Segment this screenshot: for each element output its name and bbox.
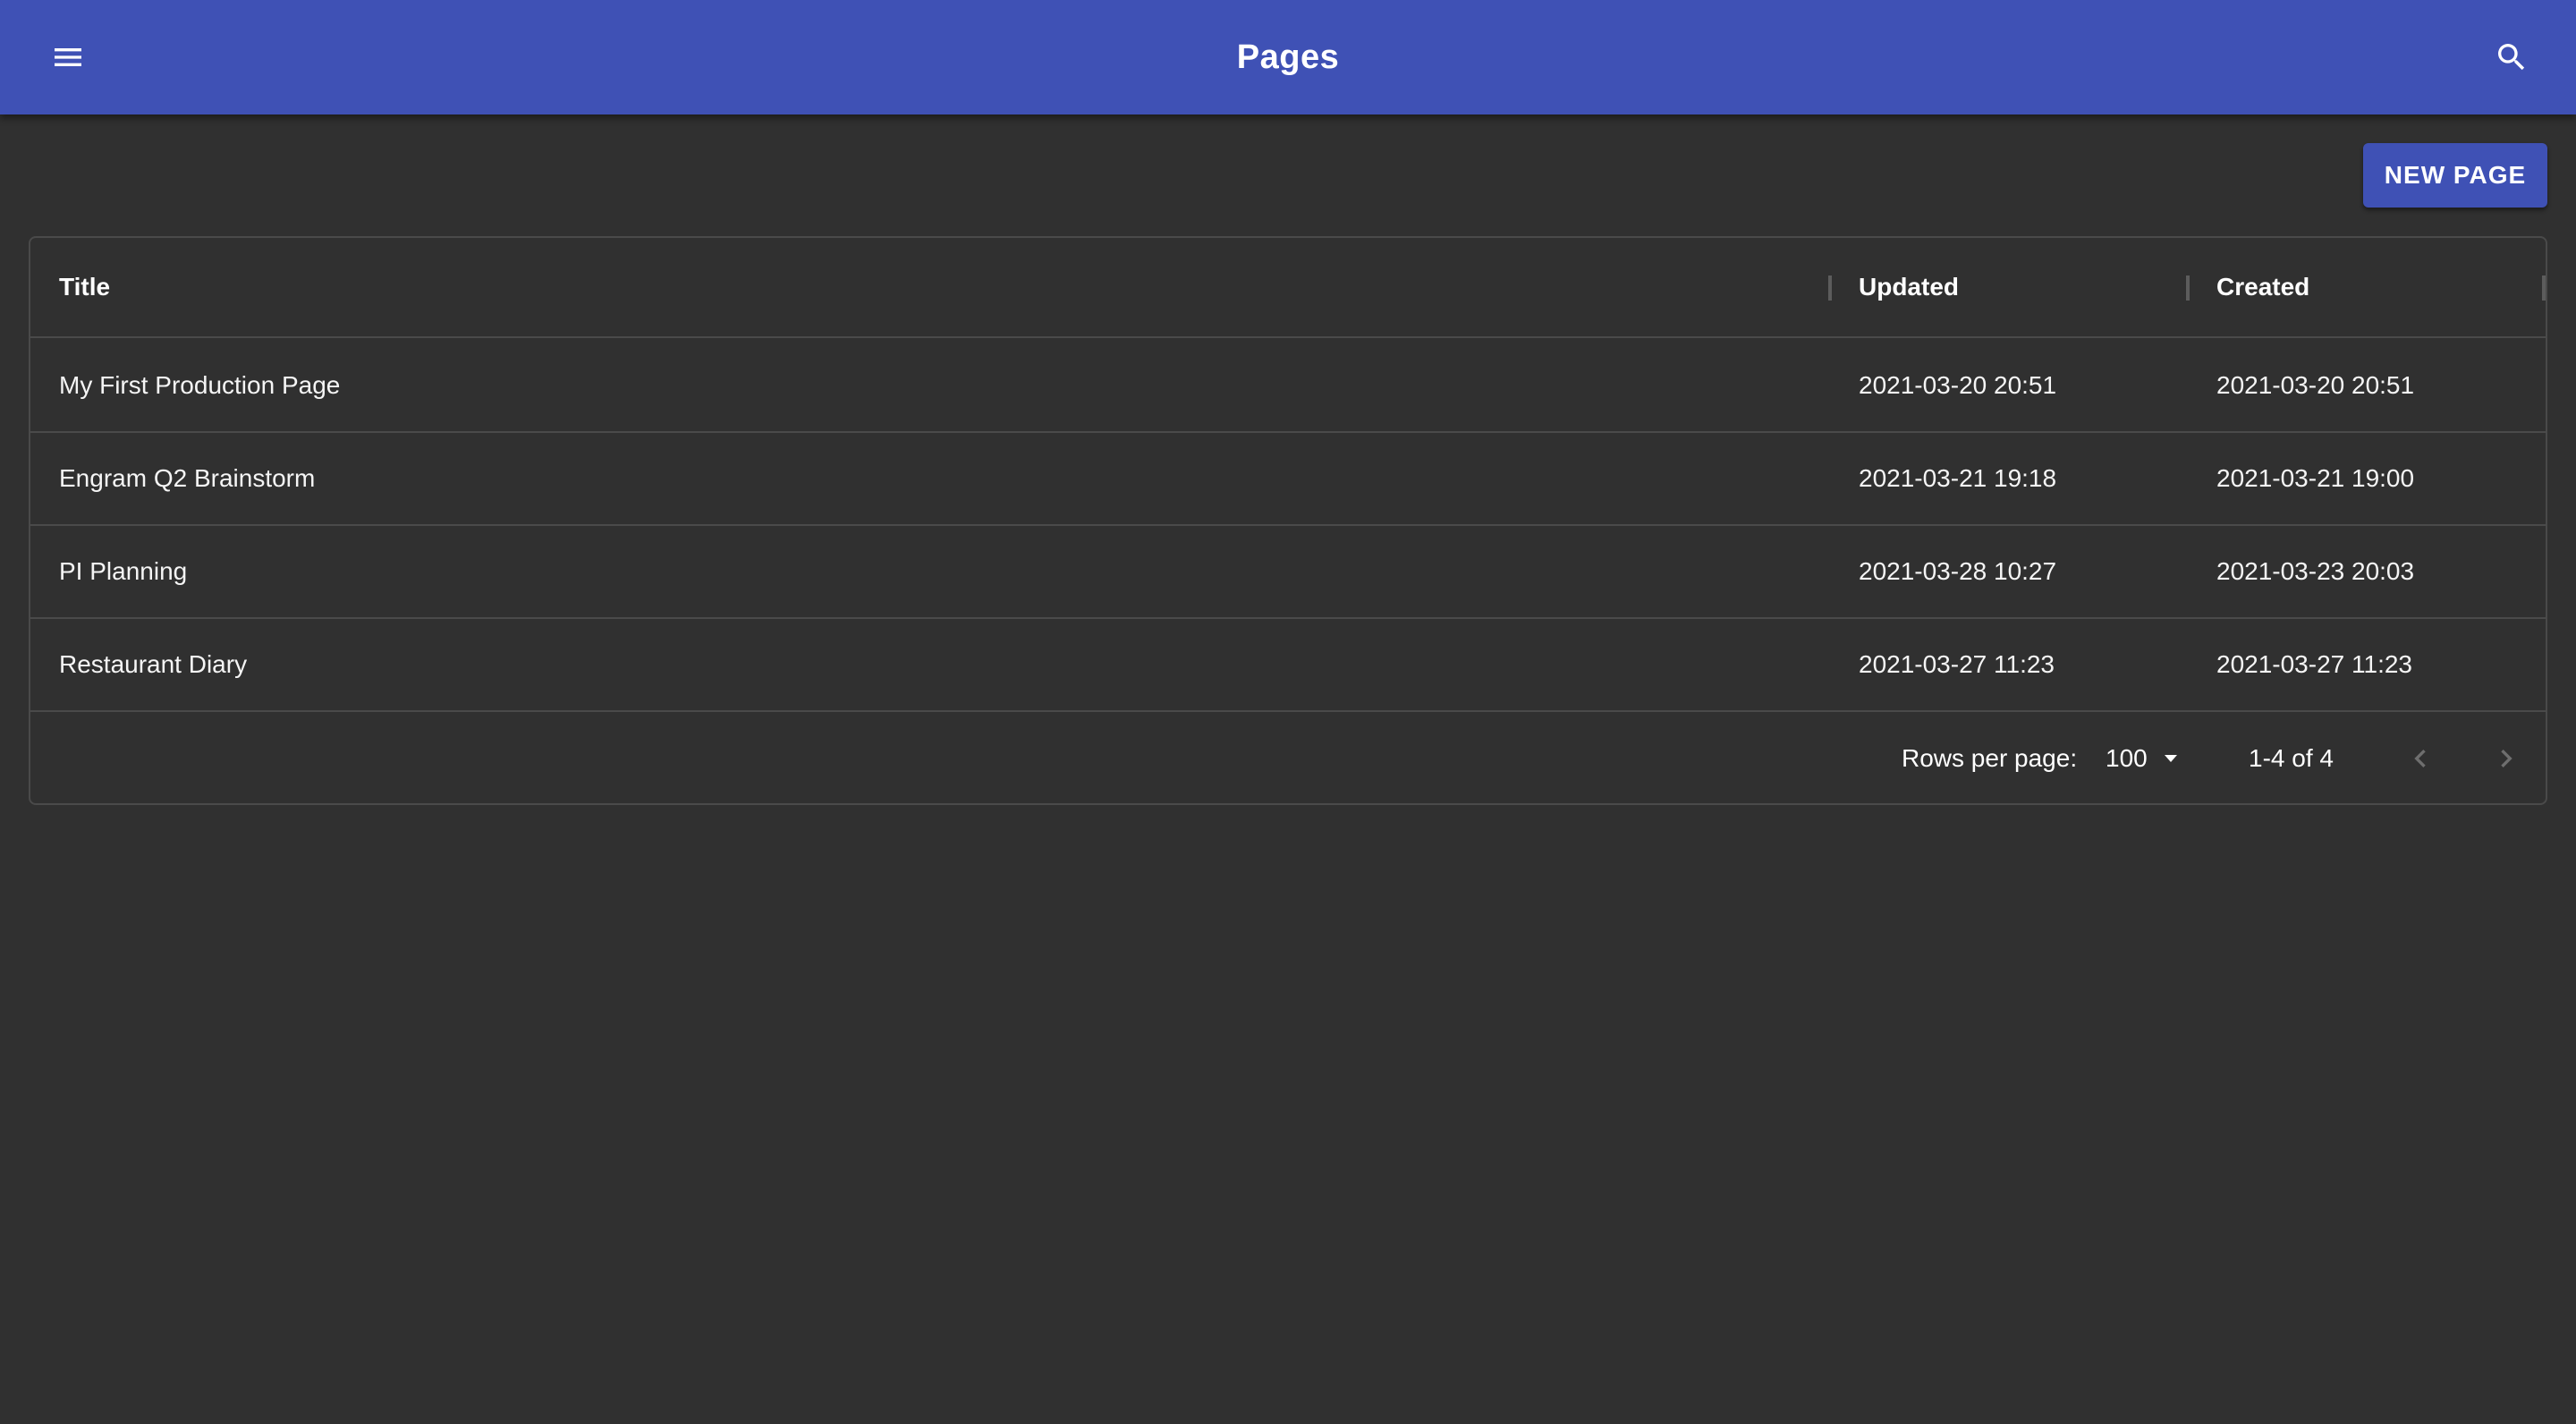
previous-page-button[interactable] [2392,730,2449,787]
table-header: Title Updated Created [30,238,2546,338]
rows-per-page-label: Rows per page: [1902,744,2078,772]
cell-title: My First Production Page [59,371,341,399]
cell-updated: 2021-03-27 11:23 [1859,650,2055,678]
cell-created: 2021-03-23 20:03 [2216,557,2415,585]
table-row[interactable]: Restaurant Diary 2021-03-27 11:23 2021-0… [30,619,2546,712]
page-title: Pages [1236,38,1340,76]
column-separator[interactable] [2542,275,2546,301]
cell-title: Engram Q2 Brainstorm [59,464,316,492]
pagination-range: 1-4 of 4 [2249,744,2334,772]
column-header-created[interactable]: Created [2216,238,2309,336]
new-page-button[interactable]: NEW PAGE [2363,143,2547,208]
next-page-button[interactable] [2478,730,2535,787]
search-button[interactable] [2479,25,2544,89]
rows-per-page-value: 100 [2106,744,2148,772]
pages-table: Title Updated Created My First Productio… [29,236,2547,805]
menu-icon [55,48,81,66]
cell-title: Restaurant Diary [59,650,248,678]
table-row[interactable]: My First Production Page 2021-03-20 20:5… [30,340,2546,433]
cell-title: PI Planning [59,557,188,585]
cell-updated: 2021-03-20 20:51 [1859,371,2057,399]
chevron-left-icon [2414,750,2426,767]
cell-updated: 2021-03-21 19:18 [1859,464,2057,492]
search-icon [2498,44,2525,71]
cell-updated: 2021-03-28 10:27 [1859,557,2057,585]
cell-created: 2021-03-27 11:23 [2216,650,2412,678]
cell-created: 2021-03-20 20:51 [2216,371,2415,399]
column-separator[interactable] [2186,275,2190,301]
app-bar: Pages [0,0,2576,114]
table-row[interactable]: Engram Q2 Brainstorm 2021-03-21 19:18 20… [30,433,2546,526]
table-row[interactable]: PI Planning 2021-03-28 10:27 2021-03-23 … [30,526,2546,619]
column-separator[interactable] [1828,275,1832,301]
column-header-updated[interactable]: Updated [1859,238,1959,336]
cell-created: 2021-03-21 19:00 [2216,464,2415,492]
rows-per-page-select[interactable]: 100 [2106,732,2182,785]
column-header-title[interactable]: Title [59,238,110,336]
chevron-right-icon [2501,750,2512,767]
table-pagination: Rows per page: 100 1-4 of 4 [30,712,2546,805]
menu-button[interactable] [36,25,100,89]
caret-down-icon [2164,755,2177,762]
